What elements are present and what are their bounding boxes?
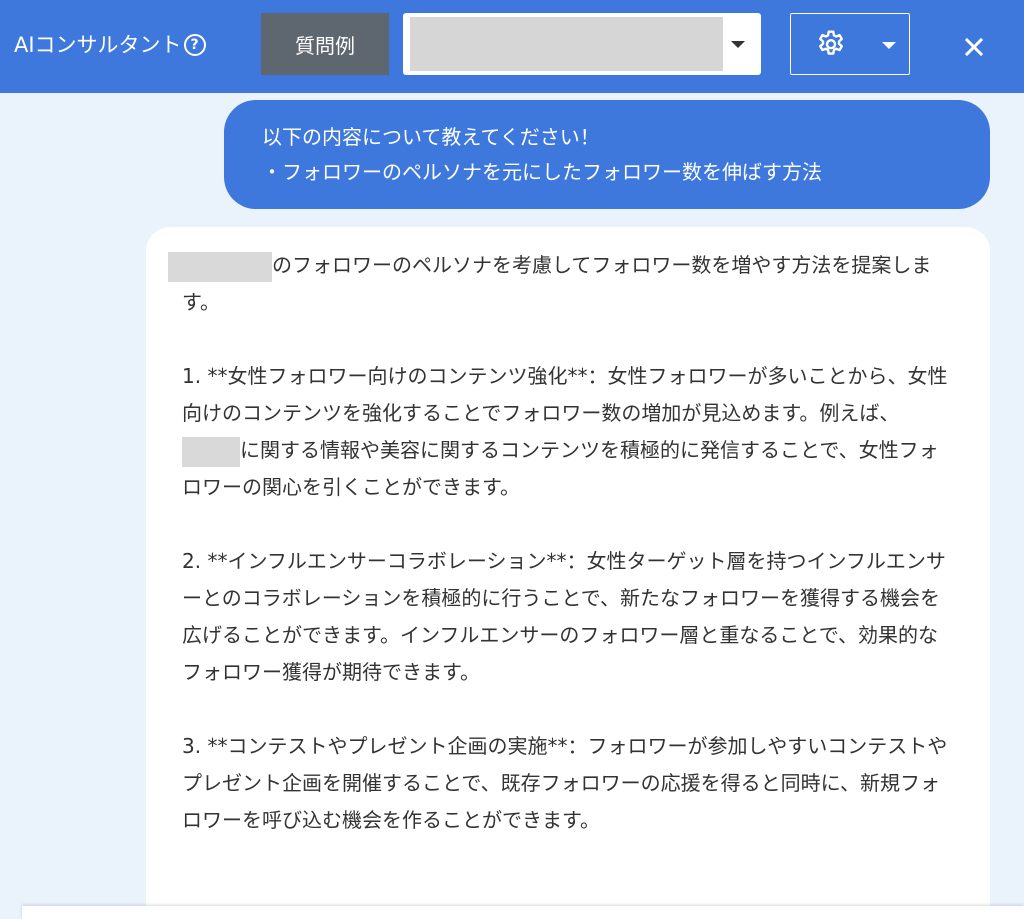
assistant-intro-text: のフォロワーのペルソナを考慮してフォロワー数を増やす方法を提案します。 [182,253,932,314]
redacted-text [168,251,272,282]
assistant-message-bubble: のフォロワーのペルソナを考慮してフォロワー数を増やす方法を提案します。 1. *… [146,227,990,919]
help-icon[interactable]: ? [183,34,206,56]
chevron-down-icon [731,41,745,48]
assistant-item-1-text-b: に関する情報や美容に関するコンテンツを積極的に発信することで、女性フォロワーの関… [182,438,939,499]
template-select[interactable] [403,13,761,75]
settings-button[interactable] [790,13,910,75]
app-header: AIコンサルタント ? 質問例 [0,0,1024,93]
app-title-text: AIコンサルタント [14,33,182,57]
settings-dropdown-chevron-icon [882,42,896,49]
app-title: AIコンサルタント ? [14,30,206,60]
assistant-item-1-text-a: 1. **女性フォロワー向けのコンテンツ強化**：女性フォロワーが多いことから、… [182,364,948,425]
close-icon[interactable] [960,33,988,61]
assistant-item-2: 2. **インフルエンサーコラボレーション**：女性ターゲット層を持つインフルエ… [182,549,946,684]
assistant-item-3: 3. **コンテストやプレゼント企画の実施**：フォロワーが参加しやすいコンテス… [182,734,948,832]
user-message-line: 以下の内容について教えてください！ [262,125,600,149]
redacted-text [182,436,240,467]
user-message-bubble: 以下の内容について教えてください！ ・フォロワーのペルソナを元にしたフォロワー数… [224,100,990,209]
assistant-item-1: 1. **女性フォロワー向けのコンテンツ強化**：女性フォロワーが多いことから、… [182,358,954,506]
question-examples-button[interactable]: 質問例 [261,13,389,75]
assistant-intro: のフォロワーのペルソナを考慮してフォロワー数を増やす方法を提案します。 [168,247,954,321]
user-message-line: ・フォロワーのペルソナを元にしたフォロワー数を伸ばす方法 [262,160,822,184]
input-area[interactable] [22,906,1024,919]
template-select-value [410,17,723,71]
gear-icon [819,30,843,55]
